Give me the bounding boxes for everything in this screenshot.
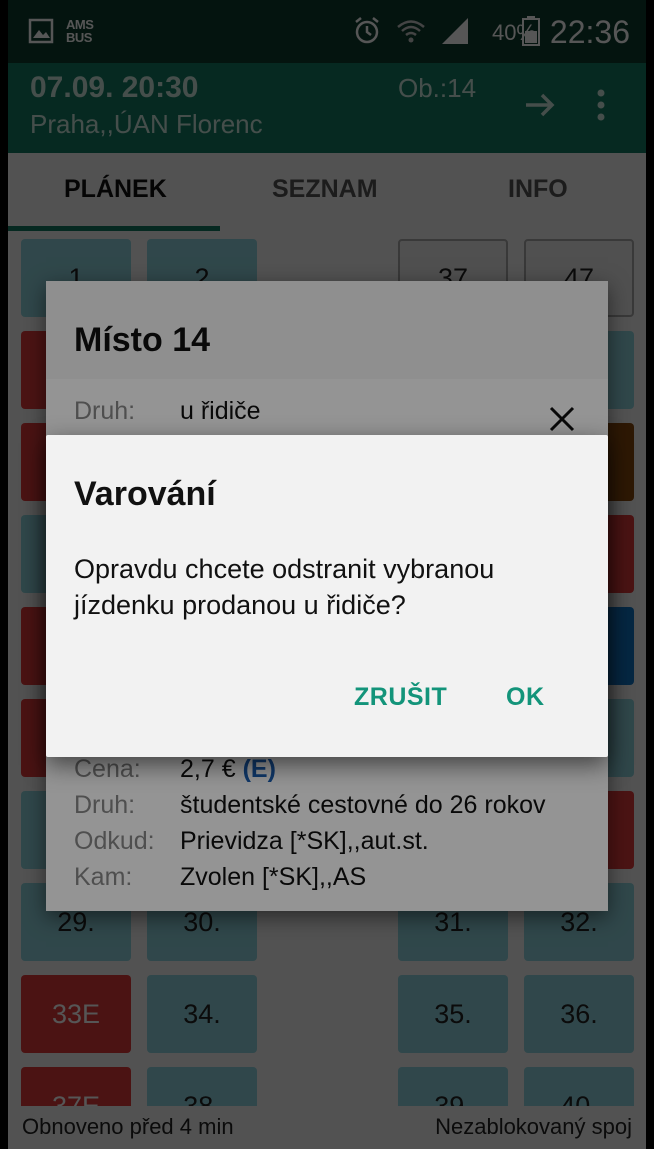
- warning-dialog: Varování Opravdu chcete odstranit vybran…: [46, 435, 608, 757]
- phone-screen: AMS BUS 40% 22:36 07.09. 20:30 Praha,,ÚA…: [8, 0, 646, 1149]
- alert-title: Varování: [74, 475, 216, 513]
- cancel-button[interactable]: ZRUŠIT: [354, 683, 447, 712]
- ok-button[interactable]: OK: [506, 683, 545, 712]
- alert-message: Opravdu chcete odstranit vybranou jízden…: [74, 554, 495, 620]
